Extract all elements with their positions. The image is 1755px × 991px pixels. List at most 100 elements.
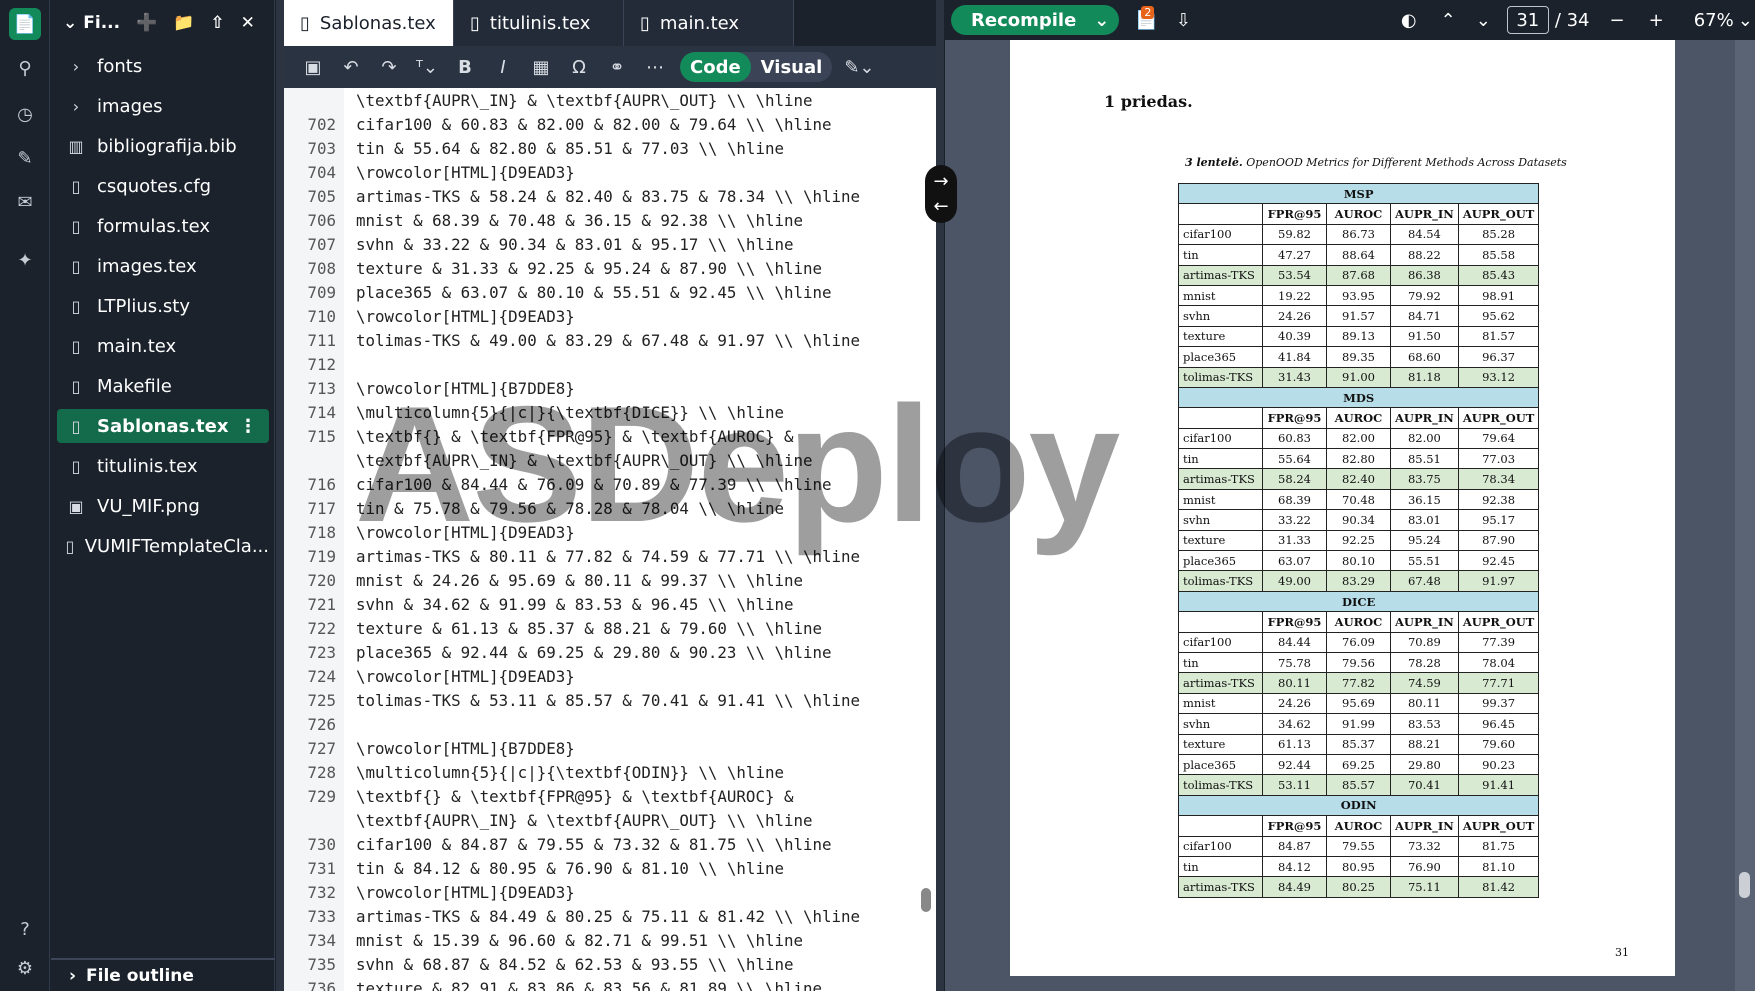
file-tree-item[interactable]: ▯ formulas.tex bbox=[57, 209, 269, 243]
metric-cell: 60.83 bbox=[1262, 427, 1327, 450]
new-folder-icon[interactable]: 📁 bbox=[173, 13, 194, 33]
file-icon: ▯ bbox=[71, 296, 81, 316]
editor-tab[interactable]: ▯ titulinis.tex bbox=[454, 0, 624, 46]
code-line-text: texture & 82.91 & 83.86 & 83.56 & 81.89 … bbox=[356, 978, 823, 991]
chevron-down-icon[interactable]: ⌄ bbox=[1094, 10, 1109, 31]
help-icon[interactable]: ? bbox=[9, 913, 41, 945]
file-tree-item[interactable]: ▯ VUMIFTemplateCla... bbox=[57, 529, 269, 563]
editor-tab[interactable]: ▯Sablonas.tex✕ bbox=[284, 0, 467, 46]
metric-cell: 81.75 bbox=[1457, 835, 1540, 857]
editor-tab[interactable]: ▯ main.tex bbox=[624, 0, 794, 46]
file-tree-item[interactable]: ▯ csquotes.cfg bbox=[57, 169, 269, 203]
page-number-input[interactable]: 31 bbox=[1506, 6, 1549, 34]
visual-mode-button[interactable]: Visual bbox=[751, 52, 833, 82]
file-tree-item[interactable]: ▯ Sablonas.tex ⋮ bbox=[57, 409, 269, 443]
new-file-icon[interactable]: ➕ bbox=[136, 13, 157, 33]
zoom-level[interactable]: 67% bbox=[1694, 10, 1734, 31]
file-tree-item-label: images.tex bbox=[97, 255, 197, 277]
file-icon: ▯ bbox=[71, 216, 81, 236]
line-number: 706 bbox=[307, 210, 336, 230]
settings-icon[interactable]: ⚙ bbox=[9, 952, 41, 984]
ai-assist-icon[interactable]: ✦ bbox=[9, 244, 41, 276]
metric-cell: 80.11 bbox=[1262, 672, 1327, 694]
recompile-button[interactable]: Recompile ⌄ bbox=[951, 5, 1120, 35]
more-options-icon[interactable]: ⋮ bbox=[239, 416, 257, 437]
chevron-down-icon[interactable]: ⌄ bbox=[1738, 10, 1753, 31]
file-tree-item[interactable]: › fonts bbox=[57, 49, 269, 83]
file-tree-item[interactable]: ▯ images.tex bbox=[57, 249, 269, 283]
table-row: tolimas-TKS 53.11 85.57 70.41 91.41 bbox=[1178, 774, 1540, 796]
pdf-scrollbar[interactable] bbox=[1735, 40, 1755, 991]
undo-icon[interactable]: ↶ bbox=[338, 57, 364, 78]
redo-icon[interactable]: ↷ bbox=[376, 57, 402, 78]
contrast-icon[interactable]: ◐ bbox=[1401, 10, 1417, 31]
table-row: cifar100 84.87 79.55 73.32 81.75 bbox=[1178, 835, 1540, 857]
page-number: 31 bbox=[1615, 946, 1629, 959]
line-number: 712 bbox=[307, 354, 336, 374]
logs-icon[interactable]: 📄 2 bbox=[1135, 5, 1158, 31]
metric-cell: 82.40 bbox=[1326, 468, 1391, 490]
omega-icon[interactable]: Ω bbox=[566, 57, 592, 78]
line-number: 717 bbox=[307, 498, 336, 518]
file-tree-item[interactable]: ▥ bibliografija.bib bbox=[57, 129, 269, 163]
metric-cell: 69.25 bbox=[1326, 753, 1391, 776]
editor-scrollbar-thumb[interactable] bbox=[921, 888, 931, 912]
file-tree-item[interactable]: ▯ Makefile bbox=[57, 369, 269, 403]
arrow-left-icon[interactable]: ← bbox=[933, 196, 948, 217]
chevron-down-icon[interactable]: ⌄ bbox=[1476, 10, 1491, 31]
file-tree-title[interactable]: ⌄ Fi... bbox=[63, 13, 120, 33]
pdf-preview-pane: Recompile ⌄ 📄 2 ⇩ ◐ ⌃ ⌄ 31 / 34 − + 67% ⌄… bbox=[945, 0, 1755, 991]
code-line-text: mnist & 15.39 & 96.60 & 82.71 & 99.51 \\… bbox=[356, 930, 803, 950]
file-tree-item[interactable]: › images bbox=[57, 89, 269, 123]
dataset-cell: tin bbox=[1178, 244, 1263, 266]
review-icon[interactable]: ✎ bbox=[9, 142, 41, 174]
link-icon[interactable]: ⚭ bbox=[604, 57, 630, 78]
metric-cell: 70.41 bbox=[1390, 774, 1459, 796]
file-tree-item[interactable]: ▯ LTPlius.sty bbox=[57, 289, 269, 323]
code-mode-button[interactable]: Code bbox=[680, 52, 751, 82]
code-line: 704 \rowcolor[HTML]{D9EAD3} bbox=[284, 160, 936, 184]
download-icon[interactable]: ⇩ bbox=[1176, 10, 1191, 31]
more-icon[interactable]: ⋯ bbox=[642, 57, 668, 78]
arrow-right-icon[interactable]: → bbox=[933, 171, 948, 192]
metric-cell: 63.07 bbox=[1262, 550, 1327, 572]
chevron-up-icon[interactable]: ⌃ bbox=[1441, 10, 1456, 31]
italic-icon[interactable]: I bbox=[490, 57, 516, 78]
editor-scrollbar[interactable] bbox=[920, 88, 932, 991]
line-number: 725 bbox=[307, 690, 336, 710]
close-icon[interactable]: ✕ bbox=[241, 13, 255, 33]
metric-cell: 87.90 bbox=[1457, 529, 1540, 552]
metric-cell: 34.62 bbox=[1262, 713, 1327, 735]
code-line-text: cifar100 & 84.44 & 76.09 & 70.89 & 77.39… bbox=[356, 474, 832, 494]
column-header bbox=[1178, 203, 1263, 225]
chat-icon[interactable]: ✉ bbox=[9, 186, 41, 218]
upload-icon[interactable]: ⇧ bbox=[210, 13, 224, 33]
table-icon[interactable]: ▦ bbox=[528, 57, 554, 78]
metric-cell: 81.10 bbox=[1457, 855, 1540, 878]
edit-mode-icon[interactable]: ✎⌄ bbox=[844, 57, 874, 78]
metric-cell: 89.13 bbox=[1326, 325, 1391, 348]
code-area[interactable]: \textbf{AUPR\_IN} & \textbf{AUPR\_OUT} \… bbox=[284, 88, 936, 991]
file-tree-item[interactable]: ▣ VU_MIF.png bbox=[57, 489, 269, 523]
file-tree-item[interactable]: ▯ titulinis.tex bbox=[57, 449, 269, 483]
bold-icon[interactable]: B bbox=[452, 57, 478, 78]
toggle-symbols-icon[interactable]: ▣ bbox=[300, 57, 326, 78]
tree-splitter[interactable] bbox=[276, 0, 284, 991]
file-tree-item[interactable]: ▯ main.tex bbox=[57, 329, 269, 363]
code-line-text: \rowcolor[HTML]{D9EAD3} bbox=[356, 306, 575, 326]
search-icon[interactable]: ⚲ bbox=[9, 52, 41, 84]
pdf-scrollbar-thumb[interactable] bbox=[1739, 872, 1750, 898]
table-row: tin 84.12 80.95 76.90 81.10 bbox=[1178, 855, 1540, 878]
file-outline-toggle[interactable]: › File outline bbox=[51, 958, 275, 991]
metric-cell: 53.54 bbox=[1262, 264, 1327, 286]
history-icon[interactable]: ◷ bbox=[9, 98, 41, 130]
file-tree-icon[interactable]: 📄 bbox=[9, 8, 41, 40]
zoom-out-icon[interactable]: − bbox=[1610, 10, 1625, 31]
zoom-in-icon[interactable]: + bbox=[1649, 10, 1664, 31]
code-line-text: \textbf{AUPR\_IN} & \textbf{AUPR\_OUT} \… bbox=[356, 90, 813, 110]
table-row: mnist 24.26 95.69 80.11 99.37 bbox=[1178, 692, 1540, 715]
metric-cell: 88.22 bbox=[1390, 244, 1459, 266]
line-number: 711 bbox=[307, 330, 336, 350]
text-size-icon[interactable]: ᵀ⌄ bbox=[414, 57, 440, 78]
editor-pdf-splitter[interactable] bbox=[936, 0, 944, 991]
